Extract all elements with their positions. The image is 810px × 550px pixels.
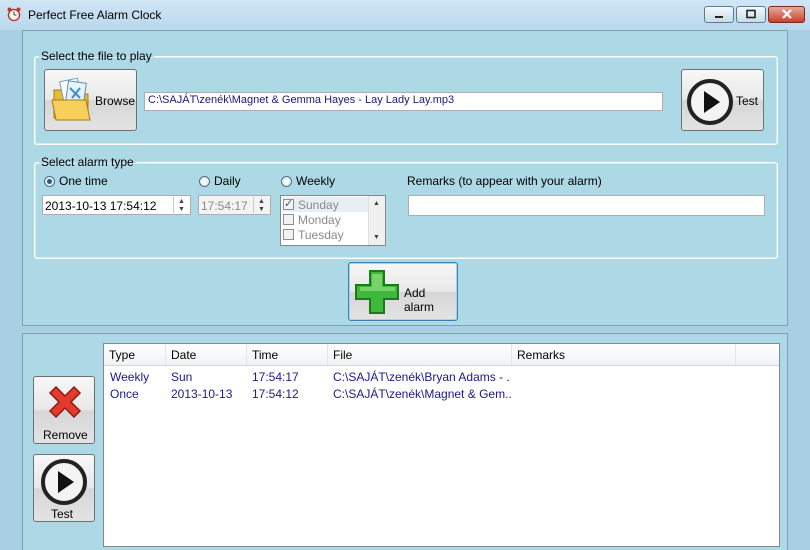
daily-radio[interactable]: Daily: [199, 174, 241, 188]
file-path-field[interactable]: C:\SAJÁT\zenék\Magnet & Gemma Hayes - La…: [144, 92, 663, 111]
minimize-icon: [715, 16, 723, 18]
table-row[interactable]: Once 2013-10-13 17:54:12 C:\SAJÁT\zenék\…: [104, 385, 779, 401]
play-icon: [41, 459, 87, 505]
file-group-legend: Select the file to play: [41, 49, 152, 63]
weekday-label: Tuesday: [298, 227, 344, 242]
alarm-list-panel: Remove Test Type Date Time File Remarks …: [22, 333, 788, 550]
weekday-item-sunday[interactable]: Sunday: [283, 197, 368, 212]
spin-up-icon[interactable]: ▲: [254, 197, 269, 205]
daily-label: Daily: [214, 174, 241, 188]
remarks-label: Remarks (to appear with your alarm): [407, 174, 602, 188]
one-time-radio[interactable]: One time: [44, 174, 108, 188]
weekly-radio[interactable]: Weekly: [281, 174, 335, 188]
folder-icon: [51, 77, 91, 121]
cell-date: Sun: [171, 370, 193, 384]
window-title: Perfect Free Alarm Clock: [28, 8, 162, 22]
alarms-list[interactable]: Type Date Time File Remarks Weekly Sun 1…: [103, 343, 780, 547]
weekly-label: Weekly: [296, 174, 336, 188]
cell-date: 2013-10-13: [171, 387, 233, 401]
cell-type: Weekly: [110, 370, 150, 384]
alarm-type-legend: Select alarm type: [41, 155, 134, 169]
close-button[interactable]: [768, 6, 805, 23]
maximize-button[interactable]: [736, 6, 766, 23]
close-icon: [781, 9, 792, 19]
browse-button[interactable]: Browse: [44, 69, 137, 131]
checkbox-unchecked-icon[interactable]: [283, 214, 294, 225]
scroll-down-icon[interactable]: ▼: [373, 234, 380, 241]
scroll-up-icon[interactable]: ▲: [373, 200, 380, 207]
datetime-spin-arrows[interactable]: ▲ ▼: [173, 197, 189, 213]
test-sound-button[interactable]: Test: [681, 69, 764, 131]
column-header-file[interactable]: File: [328, 344, 512, 365]
cell-file: C:\SAJÁT\zenék\Magnet & Gem...: [333, 387, 511, 401]
daily-time-value: 17:54:17: [201, 199, 248, 213]
remove-button[interactable]: Remove: [33, 376, 95, 444]
table-row[interactable]: Weekly Sun 17:54:17 C:\SAJÁT\zenék\Bryan…: [104, 368, 779, 384]
daily-time-picker[interactable]: 17:54:17 ▲ ▼: [198, 195, 271, 215]
spin-down-icon[interactable]: ▼: [174, 205, 189, 213]
cell-time: 17:54:17: [252, 370, 299, 384]
title-bar: Perfect Free Alarm Clock: [0, 0, 810, 30]
alarms-list-header: Type Date Time File Remarks: [104, 344, 779, 366]
add-alarm-button[interactable]: Add alarm: [348, 262, 458, 321]
checkbox-unchecked-icon[interactable]: [283, 229, 294, 240]
weekday-item-monday[interactable]: Monday: [283, 212, 341, 227]
add-alarm-label: Add alarm: [404, 286, 435, 314]
radio-unselected-icon: [281, 175, 292, 187]
browse-label: Browse: [95, 94, 136, 108]
alarm-setup-panel: Select the file to play Browse C:\SAJÁT\…: [22, 30, 788, 326]
test-sound-label: Test: [736, 94, 759, 108]
spin-up-icon[interactable]: ▲: [174, 197, 189, 205]
play-icon: [687, 79, 733, 125]
one-time-datetime-picker[interactable]: 2013-10-13 17:54:12 ▲ ▼: [42, 195, 191, 215]
time-spin-arrows[interactable]: ▲ ▼: [253, 197, 269, 213]
weekday-item-tuesday[interactable]: Tuesday: [283, 227, 344, 242]
column-header-type[interactable]: Type: [104, 344, 166, 365]
cell-type: Once: [110, 387, 139, 401]
radio-unselected-icon: [199, 175, 210, 187]
maximize-icon: [746, 9, 756, 19]
cell-file: C:\SAJÁT\zenék\Bryan Adams - ...: [333, 370, 511, 384]
weekday-label: Sunday: [298, 197, 339, 212]
column-header-date[interactable]: Date: [166, 344, 247, 365]
test-alarm-button[interactable]: Test: [33, 454, 95, 522]
delete-x-icon: [48, 385, 82, 419]
one-time-datetime-value: 2013-10-13 17:54:12: [45, 199, 157, 213]
spin-down-icon[interactable]: ▼: [254, 205, 269, 213]
weekday-checklist[interactable]: Sunday Monday Tuesday ▲ ▼: [280, 195, 386, 246]
alarm-clock-icon: [7, 7, 21, 22]
minimize-button[interactable]: [704, 6, 734, 23]
remove-label: Remove: [43, 428, 88, 442]
weekday-label: Monday: [298, 212, 341, 227]
one-time-label: One time: [59, 174, 108, 188]
checklist-scrollbar[interactable]: ▲ ▼: [368, 196, 385, 245]
cell-time: 17:54:12: [252, 387, 299, 401]
remarks-input[interactable]: [408, 195, 765, 216]
radio-selected-icon: [44, 175, 55, 187]
checkbox-checked-icon[interactable]: [283, 197, 294, 210]
test-alarm-label: Test: [51, 507, 74, 521]
column-header-remarks[interactable]: Remarks: [512, 344, 736, 365]
plus-icon: [355, 270, 399, 314]
column-header-time[interactable]: Time: [247, 344, 328, 365]
